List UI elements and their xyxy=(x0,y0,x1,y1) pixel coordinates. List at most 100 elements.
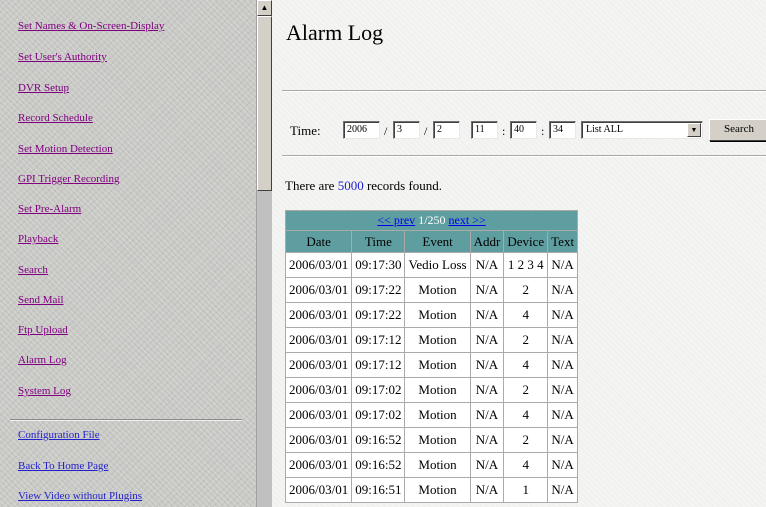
table-cell: N/A xyxy=(547,452,579,478)
table-cell: 4 xyxy=(503,352,549,378)
table-cell: 2006/03/01 xyxy=(284,452,353,478)
nav-link[interactable]: Send Mail xyxy=(18,294,64,306)
nav-link[interactable]: Search xyxy=(18,264,48,276)
column-header: Time xyxy=(351,230,406,253)
table-cell: 2006/03/01 xyxy=(284,352,353,378)
nav-link[interactable]: GPI Trigger Recording xyxy=(18,173,119,185)
nav-item-set-users-authority[interactable]: Set User's Authority xyxy=(18,51,107,63)
table-cell: N/A xyxy=(469,252,505,278)
list-mode-select[interactable]: List ALL ▼ xyxy=(581,121,703,139)
table-cell: 09:17:22 xyxy=(351,277,406,303)
nav-item-set-motion-detection[interactable]: Set Motion Detection xyxy=(18,143,113,155)
nav-link[interactable]: Set Pre-Alarm xyxy=(18,203,81,215)
column-header: Text xyxy=(547,230,579,253)
nav-link[interactable]: Ftp Upload xyxy=(18,324,68,336)
table-cell: 09:17:22 xyxy=(351,302,406,328)
table-row: 2006/03/01 09:17:22 Motion N/A 2 N/A xyxy=(284,277,579,303)
minute-field[interactable]: 40 xyxy=(510,121,537,139)
column-header: Device xyxy=(503,230,549,253)
nav-item-system-log[interactable]: System Log xyxy=(18,385,71,397)
table-cell: N/A xyxy=(469,302,505,328)
table-cell: 2006/03/01 xyxy=(284,252,353,278)
nav-item-ftp-upload[interactable]: Ftp Upload xyxy=(18,324,68,336)
hour-field[interactable]: 11 xyxy=(471,121,498,139)
table-cell: N/A xyxy=(469,402,505,428)
table-row: 2006/03/01 09:16:52 Motion N/A 2 N/A xyxy=(284,427,579,453)
nav-link[interactable]: View Video without Plugins xyxy=(18,490,142,502)
nav-link[interactable]: Set User's Authority xyxy=(18,51,107,63)
column-header: Date xyxy=(284,230,353,253)
horizontal-rule xyxy=(282,90,766,92)
search-button[interactable]: Search xyxy=(709,119,766,141)
table-cell: 2006/03/01 xyxy=(284,377,353,403)
nav-item-set-names[interactable]: Set Names & On-Screen-Display xyxy=(18,20,164,32)
date-separator: / xyxy=(384,124,388,138)
table-header-row: Date Time Event Addr Device Text xyxy=(284,230,579,253)
table-cell: 09:17:02 xyxy=(351,402,406,428)
scroll-up-button[interactable]: ▲ xyxy=(257,0,272,16)
table-cell: N/A xyxy=(547,477,579,503)
second-field[interactable]: 34 xyxy=(549,121,576,139)
month-field[interactable]: 3 xyxy=(393,121,420,139)
scroll-thumb[interactable] xyxy=(257,16,272,191)
nav-item-playback[interactable]: Playback xyxy=(18,233,58,245)
nav-link[interactable]: Set Names & On-Screen-Display xyxy=(18,20,164,32)
nav-item-set-pre-alarm[interactable]: Set Pre-Alarm xyxy=(18,203,81,215)
table-cell: 1 xyxy=(503,477,549,503)
time-separator: : xyxy=(541,124,545,138)
table-cell: 2006/03/01 xyxy=(284,302,353,328)
nav-item-view-video-without-plugins[interactable]: View Video without Plugins xyxy=(18,490,142,502)
nav-item-gpi-trigger-recording[interactable]: GPI Trigger Recording xyxy=(18,173,119,185)
nav-link[interactable]: Back To Home Page xyxy=(18,460,108,472)
table-row: 2006/03/01 09:16:52 Motion N/A 4 N/A xyxy=(284,452,579,478)
table-cell: 2 xyxy=(503,377,549,403)
nav-link[interactable]: Alarm Log xyxy=(18,354,67,366)
nav-scrollbar[interactable]: ▲ xyxy=(256,0,272,507)
nav-link[interactable]: Record Schedule xyxy=(18,112,93,124)
nav-item-alarm-log[interactable]: Alarm Log xyxy=(18,354,67,366)
year-field[interactable]: 2006 xyxy=(343,121,380,139)
table-cell: N/A xyxy=(547,352,579,378)
table-cell: N/A xyxy=(469,477,505,503)
table-row: 2006/03/01 09:16:51 Motion N/A 1 N/A xyxy=(284,477,579,503)
table-cell: N/A xyxy=(547,377,579,403)
horizontal-rule xyxy=(282,155,766,157)
nav-link[interactable]: Configuration File xyxy=(18,429,100,441)
nav-item-back-to-home[interactable]: Back To Home Page xyxy=(18,460,108,472)
nav-link[interactable]: Set Motion Detection xyxy=(18,143,113,155)
date-separator: / xyxy=(424,124,428,138)
table-cell: Motion xyxy=(404,327,471,353)
triangle-up-icon: ▲ xyxy=(260,3,269,12)
table-cell: Motion xyxy=(404,377,471,403)
table-row: 2006/03/01 09:17:30 Vedio Loss N/A 1 2 3 4 N/… xyxy=(284,252,579,278)
table-cell: N/A xyxy=(469,277,505,303)
nav-item-dvr-setup[interactable]: DVR Setup xyxy=(18,82,69,94)
time-label: Time: xyxy=(290,123,321,138)
table-cell: N/A xyxy=(547,277,579,303)
chevron-down-icon[interactable]: ▼ xyxy=(687,123,701,137)
table-cell: N/A xyxy=(469,327,505,353)
column-header: Addr xyxy=(469,230,505,253)
table-cell: 2 xyxy=(503,277,549,303)
page-title: Alarm Log xyxy=(286,20,384,45)
nav-link[interactable]: DVR Setup xyxy=(18,82,69,94)
nav-link[interactable]: System Log xyxy=(18,385,71,397)
prev-page-link[interactable]: << prev xyxy=(377,213,415,227)
day-field[interactable]: 2 xyxy=(433,121,460,139)
nav-divider xyxy=(10,419,242,421)
records-info: There are 5000 records found. xyxy=(285,178,442,194)
list-mode-value: List ALL xyxy=(586,124,623,135)
table-cell: 2006/03/01 xyxy=(284,477,353,503)
nav-item-search[interactable]: Search xyxy=(18,264,48,276)
next-page-link[interactable]: next >> xyxy=(449,213,486,227)
pagination-row: << prev 1/250 next >> xyxy=(284,210,579,231)
alarm-log-table: << prev 1/250 next >> Date Time Event Addr D… xyxy=(284,210,579,503)
nav-item-send-mail[interactable]: Send Mail xyxy=(18,294,64,306)
nav-link[interactable]: Playback xyxy=(18,233,58,245)
table-row: 2006/03/01 09:17:02 Motion N/A 4 N/A xyxy=(284,402,579,428)
table-cell: N/A xyxy=(547,427,579,453)
nav-item-configuration-file[interactable]: Configuration File xyxy=(18,429,100,441)
nav-item-record-schedule[interactable]: Record Schedule xyxy=(18,112,93,124)
page-indicator: 1/250 xyxy=(418,213,446,227)
records-prefix: There are xyxy=(285,178,335,193)
